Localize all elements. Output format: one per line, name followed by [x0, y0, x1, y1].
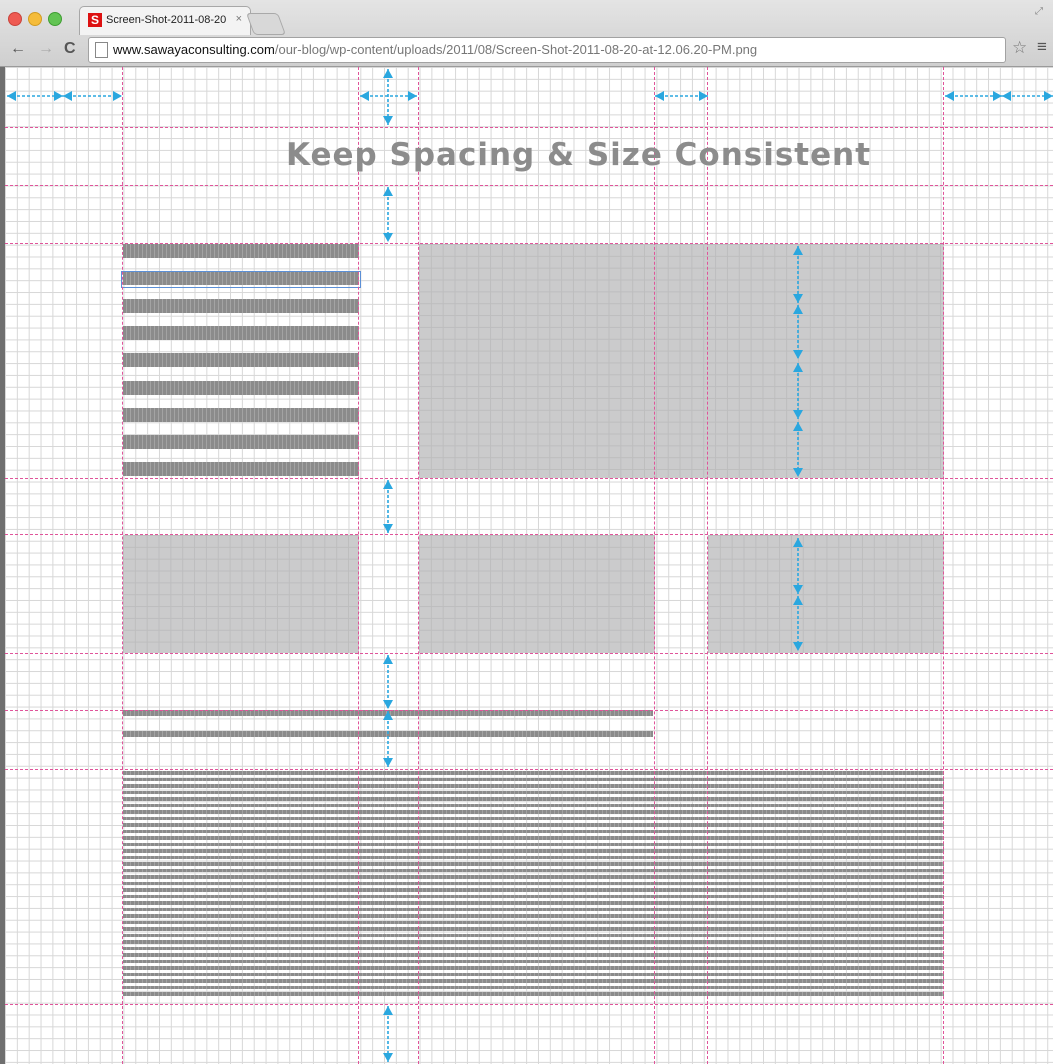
browser-tab[interactable]: S Screen-Shot-2011-08-20 ×: [79, 6, 251, 35]
arrow-head-icon: [383, 187, 393, 196]
spacing-arrows: [7, 69, 1053, 1062]
new-tab-button[interactable]: [245, 13, 287, 35]
arrow-head-icon: [793, 596, 803, 605]
image-canvas: Keep Spacing & Size Consistent: [5, 67, 1053, 1064]
arrow-head-icon: [383, 1053, 393, 1062]
zoom-window-button[interactable]: [48, 12, 62, 26]
url-path: /our-blog/wp-content/uploads/2011/08/Scr…: [274, 42, 758, 57]
browser-chrome: S Screen-Shot-2011-08-20 × ⤢ ← → C www.s…: [0, 0, 1053, 67]
back-button[interactable]: ←: [10, 40, 26, 58]
arrow-head-icon: [793, 305, 803, 314]
arrow-head-icon: [408, 91, 417, 101]
arrow-head-icon: [383, 480, 393, 489]
arrow-head-icon: [945, 91, 954, 101]
arrow-head-icon: [383, 69, 393, 78]
arrow-head-icon: [1002, 91, 1011, 101]
arrow-head-icon: [383, 700, 393, 709]
reload-button[interactable]: C: [64, 40, 76, 58]
arrow-head-icon: [793, 642, 803, 651]
star-icon[interactable]: ☆: [1012, 38, 1027, 58]
arrow-head-icon: [63, 91, 72, 101]
arrow-head-icon: [383, 758, 393, 767]
close-window-button[interactable]: [8, 12, 22, 26]
forward-button[interactable]: →: [38, 40, 54, 58]
url-domain: www.sawayaconsulting.com: [113, 42, 275, 57]
page-icon: [95, 42, 108, 58]
tab-title: Screen-Shot-2011-08-20: [106, 14, 227, 26]
arrow-head-icon: [383, 655, 393, 664]
arrow-head-icon: [699, 91, 708, 101]
favicon-icon: S: [88, 13, 102, 27]
arrow-head-icon: [383, 1006, 393, 1015]
arrow-head-icon: [655, 91, 664, 101]
arrow-head-icon: [54, 91, 63, 101]
arrow-head-icon: [793, 410, 803, 419]
arrow-head-icon: [793, 538, 803, 547]
arrow-head-icon: [7, 91, 16, 101]
minimize-window-button[interactable]: [28, 12, 42, 26]
arrow-head-icon: [793, 350, 803, 359]
tab-close-icon[interactable]: ×: [236, 13, 242, 25]
arrow-head-icon: [1044, 91, 1053, 101]
arrow-head-icon: [383, 233, 393, 242]
arrow-head-icon: [360, 91, 369, 101]
arrow-head-icon: [793, 363, 803, 372]
arrow-head-icon: [793, 585, 803, 594]
address-bar[interactable]: www.sawayaconsulting.com/our-blog/wp-con…: [88, 37, 1006, 63]
arrow-head-icon: [793, 294, 803, 303]
arrow-head-icon: [383, 711, 393, 720]
fullscreen-icon[interactable]: ⤢: [1035, 6, 1043, 17]
hamburger-menu-icon[interactable]: ≡: [1037, 37, 1047, 57]
arrow-head-icon: [793, 246, 803, 255]
arrow-head-icon: [383, 116, 393, 125]
arrow-head-icon: [113, 91, 122, 101]
arrow-head-icon: [793, 468, 803, 477]
address-url[interactable]: www.sawayaconsulting.com/our-blog/wp-con…: [113, 42, 757, 57]
arrow-head-icon: [993, 91, 1002, 101]
arrow-head-icon: [383, 524, 393, 533]
arrow-head-icon: [793, 422, 803, 431]
